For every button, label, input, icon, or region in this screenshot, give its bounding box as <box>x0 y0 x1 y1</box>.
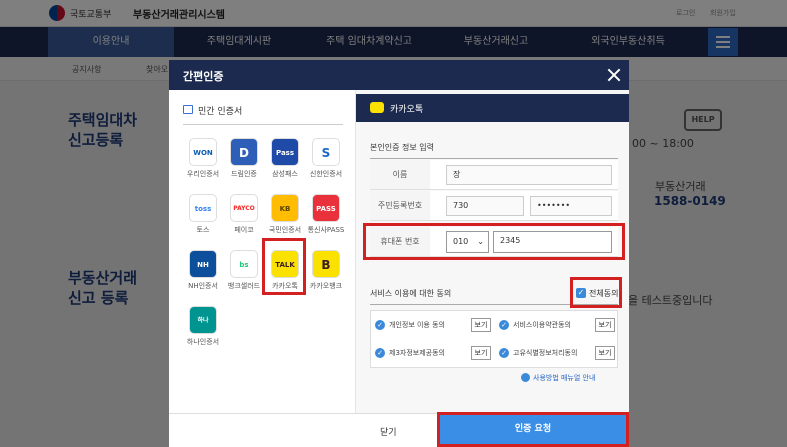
check-circle-icon: ✓ <box>499 348 509 358</box>
cert-payco[interactable]: PAYCO 페이코 <box>223 194 265 244</box>
view-button[interactable]: 보기 <box>471 318 491 332</box>
auth-request-highlight <box>437 412 629 447</box>
cert-samsung-pass[interactable]: Pass 삼성패스 <box>264 138 306 188</box>
cert-nh[interactable]: NH NH인증서 <box>182 250 224 300</box>
kakaotalk-logo-icon <box>370 102 384 113</box>
section-divider <box>370 158 618 159</box>
view-button[interactable]: 보기 <box>471 346 491 360</box>
hana-icon: 하나 <box>189 306 217 334</box>
consent-privacy: ✓ 개인정보 이용 동의 보기 <box>375 317 493 335</box>
cert-woori[interactable]: WON 우리인증서 <box>182 138 224 188</box>
modal-header: 간편인증 <box>169 60 629 90</box>
view-button[interactable]: 보기 <box>595 318 615 332</box>
cert-list-panel: 민간 인증서 WON 우리인증서 D 드림인증 Pass 삼성패스 S 신한인증… <box>169 90 356 447</box>
close-icon[interactable] <box>603 64 625 86</box>
name-label: 이름 <box>370 160 430 189</box>
rrn-back-input[interactable]: ••••••• <box>530 196 612 216</box>
phone-highlight <box>363 223 625 260</box>
cert-kakaobank[interactable]: B 카카오뱅크 <box>305 250 347 300</box>
toss-icon: toss <box>189 194 217 222</box>
cert-hana[interactable]: 하나 하나인증서 <box>182 306 224 356</box>
name-input[interactable]: 장 <box>446 165 612 185</box>
pass-icon: PASS <box>312 194 340 222</box>
provider-name: 카카오톡 <box>390 105 424 115</box>
info-section-title: 본인인증 정보 입력 <box>370 143 434 152</box>
rrn-row: 주민등록번호 730 ••••••• <box>370 191 618 221</box>
kb-icon: KB <box>271 194 299 222</box>
view-button[interactable]: 보기 <box>595 346 615 360</box>
cert-kb[interactable]: KB 국민인증서 <box>264 194 306 244</box>
name-row: 이름 장 <box>370 160 618 190</box>
kakaobank-icon: B <box>312 250 340 278</box>
agree-all-highlight <box>570 277 622 308</box>
payco-icon: PAYCO <box>230 194 258 222</box>
simple-auth-modal: 간편인증 민간 인증서 WON 우리인증서 D 드림인증 Pass 삼성패스 S… <box>169 60 629 447</box>
cert-pass[interactable]: PASS 통신사PASS <box>305 194 347 244</box>
cert-icon <box>183 105 193 114</box>
rrn-label: 주민등록번호 <box>370 191 430 220</box>
nh-icon: NH <box>189 250 217 278</box>
user-guide-icon <box>521 373 530 382</box>
check-circle-icon: ✓ <box>375 320 385 330</box>
kakaotalk-highlight <box>262 238 306 295</box>
cert-shinhan[interactable]: S 신한인증서 <box>305 138 347 188</box>
check-circle-icon: ✓ <box>375 348 385 358</box>
consent-terms: ✓ 서비스이용약관동의 보기 <box>499 317 617 335</box>
woori-icon: WON <box>189 138 217 166</box>
rrn-front-input[interactable]: 730 <box>446 196 524 216</box>
consent-section-title: 서비스 이용에 대한 동의 <box>370 289 452 298</box>
close-button[interactable]: 닫기 <box>169 413 437 447</box>
consent-unique-id: ✓ 고유식별정보처리동의 보기 <box>499 345 617 363</box>
provider-bar: 카카오톡 <box>356 94 629 122</box>
samsung-pass-icon: Pass <box>271 138 299 166</box>
consent-list: ✓ 개인정보 이용 동의 보기 ✓ 서비스이용약관동의 보기 ✓ 제3자정보제공… <box>370 310 618 368</box>
auth-form-panel: 카카오톡 본인인증 정보 입력 이름 장 주민등록번호 730 ••••••• … <box>356 90 629 447</box>
cert-toss[interactable]: toss 토스 <box>182 194 224 244</box>
divider <box>183 124 343 125</box>
cert-banksalad[interactable]: bs 뱅크샐러드 <box>223 250 265 300</box>
cert-dream[interactable]: D 드림인증 <box>223 138 265 188</box>
consent-third-party: ✓ 제3자정보제공동의 보기 <box>375 345 493 363</box>
banksalad-icon: bs <box>230 250 258 278</box>
dream-icon: D <box>230 138 258 166</box>
modal-title: 간편인증 <box>183 70 224 83</box>
shinhan-icon: S <box>312 138 340 166</box>
check-circle-icon: ✓ <box>499 320 509 330</box>
